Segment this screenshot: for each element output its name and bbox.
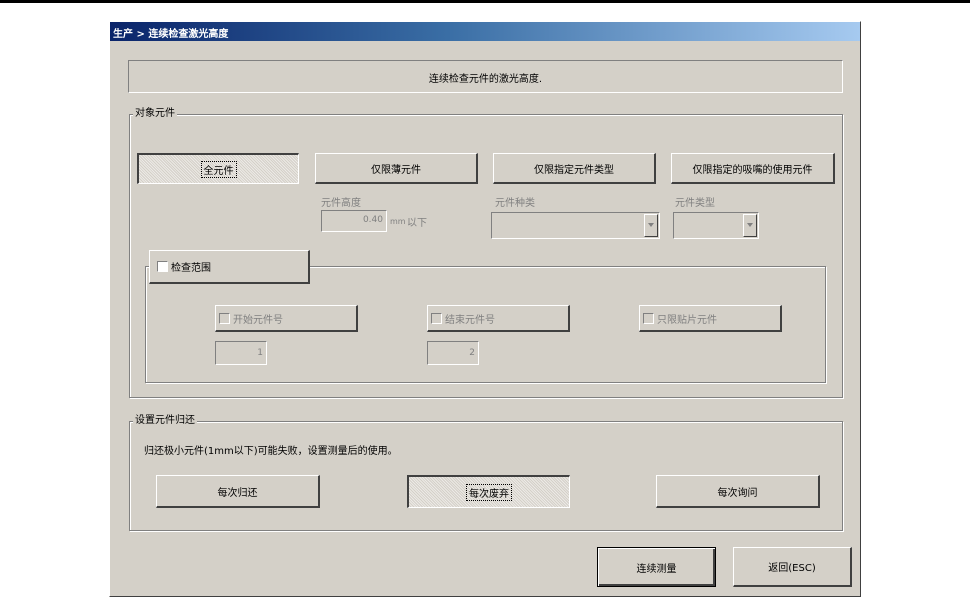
description-box: 连续检查元件的激光高度. (128, 60, 843, 93)
check-range-toggle[interactable]: 检查范围 (149, 250, 310, 284)
return-note: 归还极小元件(1mm以下)可能失败，设置测量后的使用。 (144, 446, 398, 457)
top-border-line (0, 0, 970, 3)
discard-each-button[interactable]: 每次废弃 (407, 475, 570, 508)
specified-nozzle-button[interactable]: 仅限指定的吸嘴的使用元件 (671, 153, 835, 184)
start-number-toggle[interactable]: 开始元件号 (215, 305, 358, 332)
component-kind-combo[interactable] (491, 212, 660, 239)
component-type-combo[interactable] (673, 212, 759, 239)
target-group-label: 对象元件 (133, 108, 177, 120)
back-button[interactable]: 返回(ESC) (733, 547, 852, 587)
specified-type-button[interactable]: 仅限指定元件类型 (493, 153, 656, 184)
component-type-label: 元件类型 (675, 198, 715, 209)
component-kind-label: 元件种类 (495, 198, 535, 209)
chip-only-checkbox[interactable] (643, 312, 654, 324)
component-height-field[interactable]: 0.40 (321, 210, 387, 232)
chip-only-toggle[interactable]: 只限贴片元件 (639, 305, 782, 332)
component-height-label: 元件高度 (321, 198, 361, 209)
end-number-toggle[interactable]: 结束元件号 (427, 305, 570, 332)
end-number-field[interactable]: 2 (427, 341, 479, 365)
chevron-down-icon[interactable] (644, 214, 658, 237)
end-number-checkbox[interactable] (431, 312, 442, 324)
window-title: 生产 > 连续检查激光高度 (113, 29, 229, 40)
description-text: 连续检查元件的激光高度. (428, 74, 543, 85)
height-unit: mm (390, 217, 406, 226)
start-number-checkbox[interactable] (219, 312, 230, 324)
return-each-button[interactable]: 每次归还 (156, 475, 320, 508)
height-suffix: 以下 (407, 218, 427, 229)
dialog-window: 生产 > 连续检查激光高度 连续检查元件的激光高度. 对象元件 全元件 仅限薄元… (109, 21, 861, 597)
start-number-field[interactable]: 1 (215, 341, 267, 365)
continuous-measure-button[interactable]: 连续测量 (597, 547, 716, 587)
check-range-checkbox[interactable] (157, 261, 168, 272)
return-group-label: 设置元件归还 (133, 415, 197, 427)
chevron-down-icon[interactable] (743, 214, 757, 237)
all-components-button[interactable]: 全元件 (137, 153, 299, 184)
ask-each-button[interactable]: 每次询问 (656, 475, 820, 508)
thin-components-button[interactable]: 仅限薄元件 (315, 153, 478, 184)
title-bar: 生产 > 连续检查激光高度 (110, 22, 860, 41)
